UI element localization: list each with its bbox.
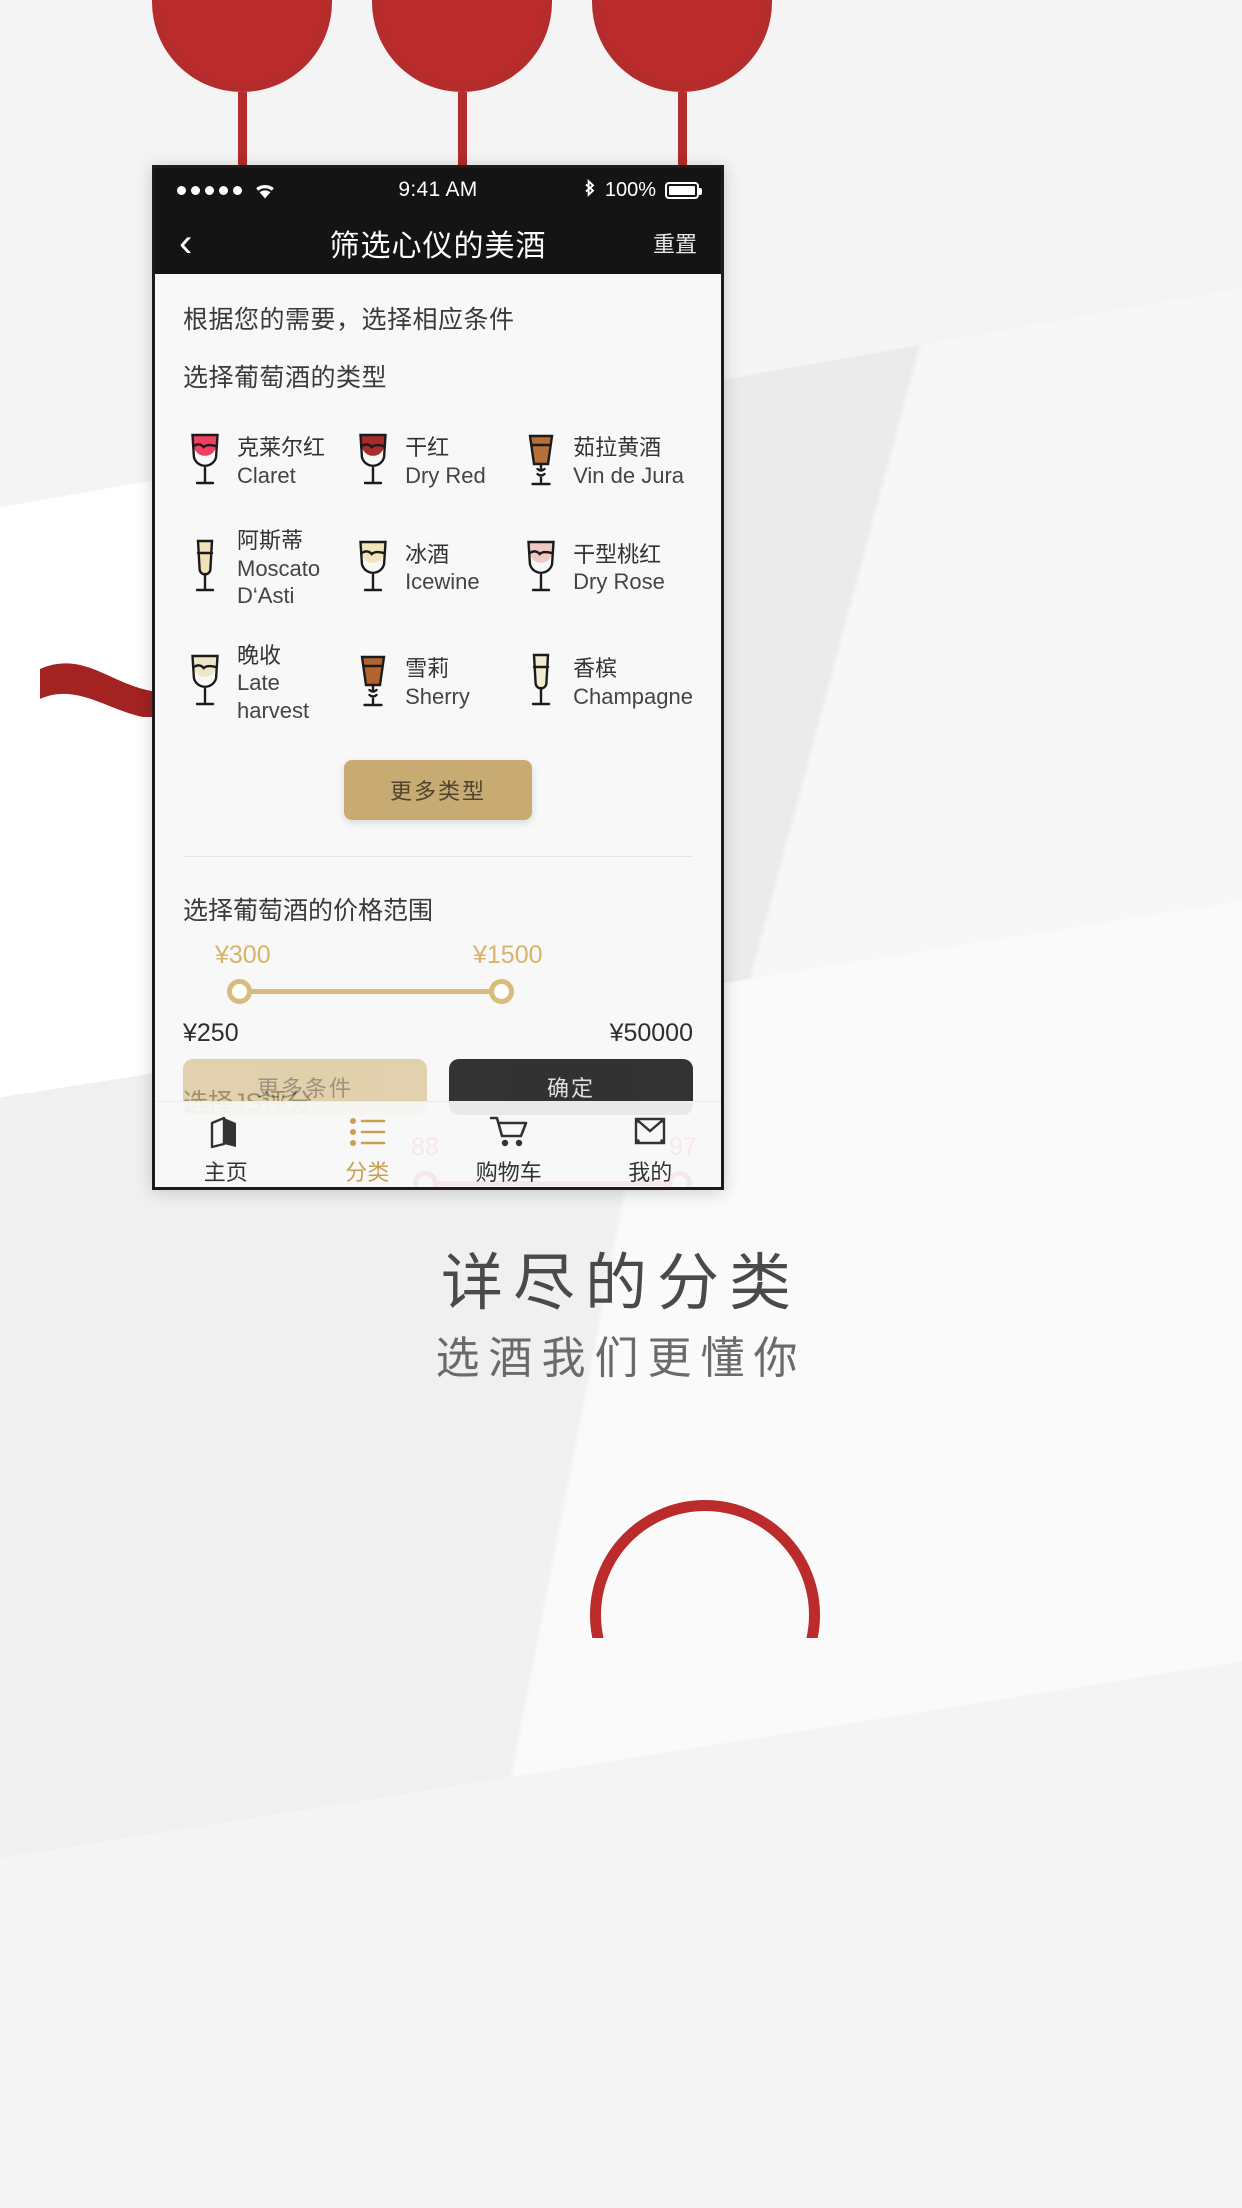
price-range-min: ¥250 bbox=[183, 1019, 239, 1047]
price-slider[interactable]: ¥300 ¥1500 ¥250 ¥50000 bbox=[183, 941, 693, 1049]
wine-type-label-cn: 晚收 bbox=[237, 642, 282, 668]
caption-headline: 详尽的分类 bbox=[440, 1249, 801, 1318]
wine-type-option[interactable]: 冰酒 Icewine bbox=[351, 527, 519, 610]
wine-type-option[interactable]: 克莱尔红 Claret bbox=[183, 428, 351, 495]
wine-type-grid: 克莱尔红 Claret 干红 Dry Red 茹拉黄酒 Vin de Jura bbox=[183, 428, 693, 724]
wine-type-option[interactable]: 雪莉 Sherry bbox=[351, 642, 519, 725]
wine-type-option[interactable]: 阿斯蒂 Moscato D‘Asti bbox=[183, 527, 351, 610]
wine-type-label-cn: 雪莉 bbox=[405, 656, 450, 682]
tab-label: 主页 bbox=[203, 1159, 248, 1185]
profile-icon bbox=[630, 1109, 670, 1149]
wine-type-label-en: Sherry bbox=[405, 683, 470, 709]
wine-glass-icewine-icon bbox=[351, 535, 395, 602]
wine-glass-sherry-icon bbox=[351, 649, 395, 716]
wine-type-label-cn: 香槟 bbox=[573, 656, 618, 682]
wine-type-label-en: Champagne bbox=[573, 683, 693, 709]
wifi-icon bbox=[256, 184, 274, 198]
wine-type-label-cn: 茹拉黄酒 bbox=[573, 435, 662, 460]
signal-dots-icon bbox=[177, 185, 242, 195]
tab-profile[interactable]: 我的 bbox=[580, 1109, 722, 1187]
section-divider bbox=[183, 856, 693, 857]
cart-icon bbox=[488, 1109, 530, 1149]
wine-glass-dryrose-icon bbox=[519, 535, 563, 602]
wine-type-label-en: Claret bbox=[237, 462, 296, 488]
wine-type-label-cn: 克莱尔红 bbox=[237, 435, 326, 460]
app-screen: 根据您的需要，选择相应条件 选择葡萄酒的类型 克莱尔红 Claret 干红 Dr… bbox=[155, 274, 722, 1187]
wine-glass-lateharvest-icon bbox=[183, 649, 227, 716]
battery-full-icon bbox=[665, 181, 702, 199]
wine-type-label-en: Late harvest bbox=[237, 670, 310, 723]
wine-glass-champagne-icon bbox=[519, 649, 563, 716]
price-selected-max: ¥1500 bbox=[473, 941, 543, 969]
wine-glass-dryred-icon bbox=[351, 428, 395, 495]
tab-label: 购物车 bbox=[475, 1159, 542, 1185]
tab-cart[interactable]: 购物车 bbox=[438, 1109, 580, 1187]
price-range-max: ¥50000 bbox=[609, 1019, 693, 1047]
wine-type-label-en: Dry Rose bbox=[573, 569, 665, 595]
wine-type-option[interactable]: 茹拉黄酒 Vin de Jura bbox=[519, 428, 693, 495]
wine-type-label-en: Moscato D‘Asti bbox=[237, 555, 321, 609]
price-filter-block: 选择葡萄酒的价格范围 ¥300 ¥1500 ¥250 ¥50000 bbox=[183, 891, 693, 1049]
tab-home[interactable]: 主页 bbox=[155, 1109, 297, 1187]
price-track[interactable] bbox=[239, 989, 501, 994]
price-handle-max[interactable] bbox=[489, 979, 514, 1004]
tab-label: 分类 bbox=[345, 1159, 390, 1185]
back-button[interactable]: ‹ bbox=[179, 223, 219, 263]
lead-text: 根据您的需要，选择相应条件 bbox=[183, 306, 515, 334]
wine-type-label-en: Dry Red bbox=[405, 462, 486, 488]
page-title: 筛选心仪的美酒 bbox=[329, 230, 547, 263]
wine-type-label-cn: 干红 bbox=[405, 435, 450, 460]
wine-type-option[interactable]: 干型桃红 Dry Rose bbox=[519, 527, 693, 610]
caption-subline: 选酒我们更懂你 bbox=[435, 1334, 807, 1383]
nav-bar: ‹ 筛选心仪的美酒 重置 bbox=[155, 212, 721, 274]
wine-type-option[interactable]: 干红 Dry Red bbox=[351, 428, 519, 495]
tab-label: 我的 bbox=[628, 1159, 673, 1185]
wine-type-label-cn: 阿斯蒂 bbox=[237, 528, 304, 553]
wine-glass-moscato-icon bbox=[183, 535, 227, 602]
status-bar: 9:41 AM 100% bbox=[155, 168, 721, 212]
wine-type-option[interactable]: 香槟 Champagne bbox=[519, 642, 693, 725]
tab-list[interactable]: 分类 bbox=[297, 1109, 439, 1187]
home-icon bbox=[206, 1109, 246, 1149]
phone-mockup: 9:41 AM 100% ‹ 筛选心仪的美酒 重置 根据您的需要，选择相应条件 … bbox=[152, 165, 724, 1190]
wine-type-label-cn: 干型桃红 bbox=[573, 541, 662, 567]
wine-type-section-title: 选择葡萄酒的类型 bbox=[183, 364, 388, 392]
price-selected-min: ¥300 bbox=[215, 941, 271, 969]
reset-button[interactable]: 重置 bbox=[653, 227, 697, 259]
wine-type-label-en: Vin de Jura bbox=[573, 462, 685, 488]
wine-type-option[interactable]: 晚收 Late harvest bbox=[183, 642, 351, 725]
tab-bar: 主页 分类 购物车 我的 bbox=[155, 1101, 722, 1187]
filter-content: 根据您的需要，选择相应条件 选择葡萄酒的类型 克莱尔红 Claret 干红 Dr… bbox=[155, 274, 721, 1187]
wine-glass-vindejura-icon bbox=[519, 428, 563, 495]
wine-glass-claret-icon bbox=[183, 428, 227, 495]
bluetooth-icon bbox=[585, 179, 595, 197]
price-handle-min[interactable] bbox=[227, 979, 252, 1004]
list-icon bbox=[348, 1109, 386, 1149]
more-types-button[interactable]: 更多类型 bbox=[343, 760, 532, 820]
battery-percent: 100% bbox=[604, 178, 656, 201]
wine-type-label-cn: 冰酒 bbox=[405, 541, 450, 567]
price-section-title: 选择葡萄酒的价格范围 bbox=[183, 897, 434, 925]
wine-type-label-en: Icewine bbox=[405, 569, 480, 595]
status-time: 9:41 AM bbox=[398, 178, 478, 201]
